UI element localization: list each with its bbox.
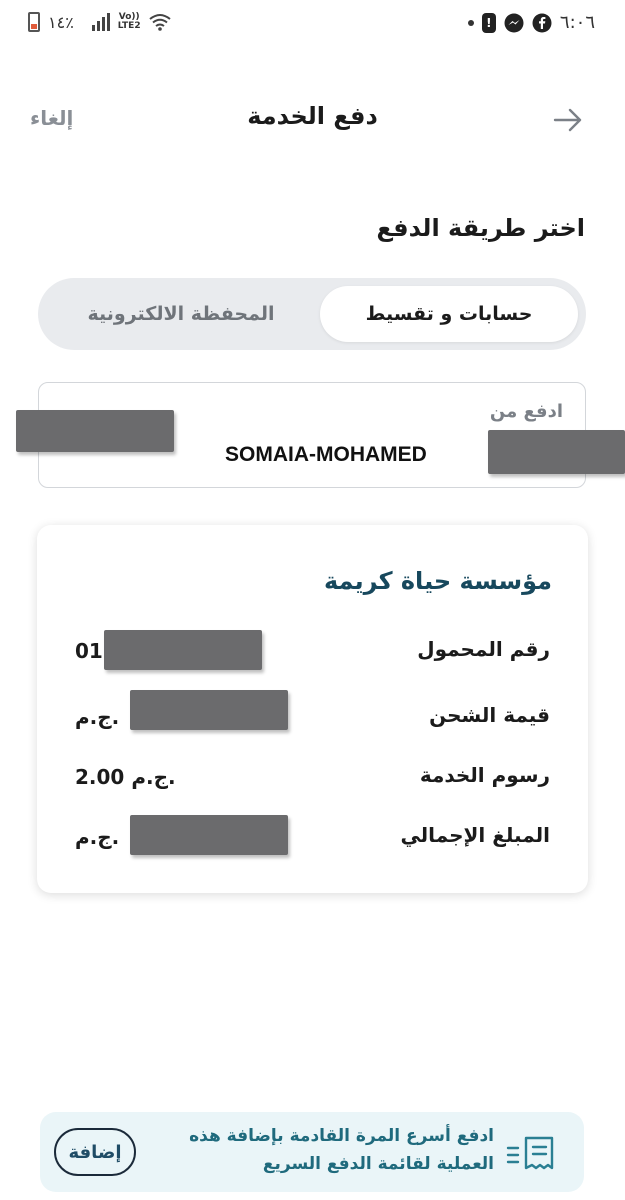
page-title: دفع الخدمة — [247, 102, 378, 130]
total-amount-value: ج.م. — [75, 825, 120, 849]
status-left: ١٤٪ Vo)) LTE2 — [28, 12, 171, 32]
facebook-icon — [532, 13, 552, 32]
alert-icon: ! — [481, 12, 496, 33]
mobile-number-value: 01 — [75, 639, 103, 663]
redacted-block — [130, 815, 288, 855]
redacted-block — [488, 430, 625, 474]
quick-pay-banner: ادفع أسرع المرة القادمة بإضافة هذه العمل… — [40, 1112, 584, 1192]
account-name: SOMAIA-MOHAMED — [225, 443, 427, 466]
quick-pay-text: ادفع أسرع المرة القادمة بإضافة هذه العمل… — [189, 1126, 494, 1174]
payment-summary-card: مؤسسة حياة كريمة رقم المحمول 01 قيمة الش… — [37, 525, 588, 893]
messenger-icon — [504, 13, 524, 32]
redacted-block — [16, 410, 174, 452]
alert-symbol: ! — [486, 15, 492, 30]
total-amount-label: المبلغ الإجمالي — [400, 823, 550, 847]
service-fees-value: 2.00 ج.م. — [75, 765, 176, 789]
status-time: ٦:٠٦ — [559, 12, 595, 33]
charge-amount-value: ج.م. — [75, 705, 120, 729]
add-to-quick-pay-button[interactable]: إضافة — [54, 1128, 136, 1176]
payment-method-title: اختر طريقة الدفع — [376, 214, 585, 242]
header: إلغاء دفع الخدمة — [0, 92, 625, 148]
network-indicator: Vo)) LTE2 — [118, 13, 141, 31]
receipt-list-icon — [506, 1136, 554, 1170]
status-right: ! ٦:٠٦ — [467, 12, 595, 33]
signal-icon — [91, 13, 110, 31]
charge-amount-label: قيمة الشحن — [429, 703, 550, 727]
arrow-right-icon[interactable] — [552, 106, 584, 134]
wifi-icon — [148, 14, 171, 31]
tab-e-wallet[interactable]: المحفظة الالكترونية — [46, 286, 316, 342]
payment-method-tabs: حسابات و تقسيط المحفظة الالكترونية — [38, 278, 586, 350]
tab-accounts-installments[interactable]: حسابات و تقسيط — [320, 286, 578, 342]
battery-percent: ١٤٪ — [48, 12, 74, 32]
pay-from-label: ادفع من — [489, 401, 563, 422]
provider-name: مؤسسة حياة كريمة — [323, 567, 552, 595]
network-label: LTE2 — [117, 21, 141, 31]
service-fees-label: رسوم الخدمة — [419, 763, 550, 787]
redacted-block — [104, 630, 262, 670]
mobile-number-label: رقم المحمول — [417, 637, 550, 661]
notification-dot-icon — [467, 19, 474, 26]
redacted-block — [130, 690, 288, 730]
battery-icon — [28, 12, 40, 32]
status-bar: ١٤٪ Vo)) LTE2 ! ٦:٠٦ — [0, 0, 625, 48]
